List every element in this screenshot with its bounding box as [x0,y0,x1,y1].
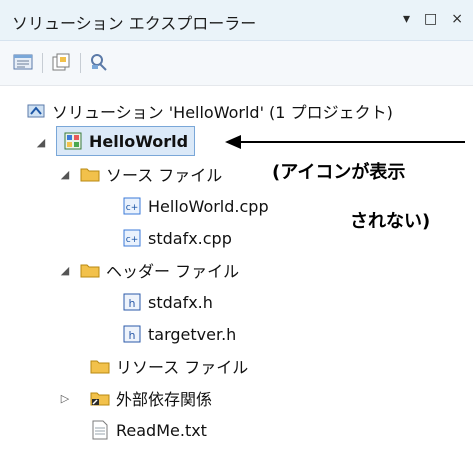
file-node[interactable]: ReadMe.txt [90,414,207,446]
header-file-icon: h [122,324,142,344]
file-label: targetver.h [148,324,237,344]
toolbar-separator [42,53,43,73]
file-label: ReadMe.txt [116,420,207,440]
project-icon [63,131,83,151]
svg-text:c+: c+ [126,235,139,245]
folder-icon [90,356,110,376]
view-class-diagram-button[interactable] [88,51,110,73]
close-icon[interactable]: × [451,11,463,27]
maximize-icon[interactable]: □ [424,11,437,27]
solution-label: ソリューション 'HelloWorld' (1 プロジェクト) [52,103,393,122]
folder-source-node[interactable]: ソース ファイル [80,158,222,190]
collapse-arrow-icon[interactable]: ◢ [34,135,48,149]
annotation-line-1: (アイコンが表示 [272,162,406,183]
folder-resource-node[interactable]: リソース ファイル [90,350,248,382]
window-controls: ▾ □ × [403,11,463,27]
external-deps-node[interactable]: 外部依存関係 [90,382,212,414]
properties-icon [13,54,33,70]
external-deps-label: 外部依存関係 [116,390,213,409]
show-all-files-icon [52,53,70,71]
project-node[interactable]: HelloWorld [56,126,196,156]
toolbar-separator [80,53,81,73]
file-node[interactable]: c+ stdafx.cpp [122,222,232,254]
solution-icon [26,101,46,121]
collapse-arrow-icon[interactable]: ◢ [58,263,72,277]
toolbar [0,41,473,86]
expand-arrow-icon[interactable]: ▷ [58,391,72,405]
svg-text:h: h [129,297,136,310]
annotation-arrow [225,135,465,149]
file-node[interactable]: h stdafx.h [122,286,213,318]
folder-header-node[interactable]: ヘッダー ファイル [80,254,239,286]
cpp-file-icon: c+ [122,196,142,216]
svg-text:h: h [129,329,136,342]
external-deps-icon [90,388,110,408]
file-label: stdafx.cpp [148,228,232,248]
file-node[interactable]: c+ HelloWorld.cpp [122,190,269,222]
svg-text:c+: c+ [126,203,139,213]
folder-icon [80,164,100,184]
folder-resource-label: リソース ファイル [116,358,249,377]
window-title: ソリューション エクスプローラー [12,14,257,33]
solution-explorer-panel: ソリューション エクスプローラー ▾ □ × ソリューション 'HelloWor… [0,0,473,460]
title-bar: ソリューション エクスプローラー ▾ □ × [0,0,473,41]
show-all-files-button[interactable] [50,51,72,73]
text-file-icon [90,420,110,440]
header-file-icon: h [122,292,142,312]
view-class-diagram-icon [91,54,107,71]
folder-header-label: ヘッダー ファイル [106,262,240,281]
cpp-file-icon: c+ [122,228,142,248]
solution-node[interactable]: ソリューション 'HelloWorld' (1 プロジェクト) [26,95,393,127]
dropdown-icon[interactable]: ▾ [403,11,410,27]
collapse-arrow-icon[interactable]: ◢ [58,167,72,181]
project-label: HelloWorld [89,131,189,151]
file-node[interactable]: h targetver.h [122,318,236,350]
annotation-line-2: されない) [350,211,431,232]
file-label: HelloWorld.cpp [148,196,269,216]
file-label: stdafx.h [148,292,213,312]
folder-icon [80,260,100,280]
properties-button[interactable] [12,51,34,73]
folder-source-label: ソース ファイル [106,166,223,185]
